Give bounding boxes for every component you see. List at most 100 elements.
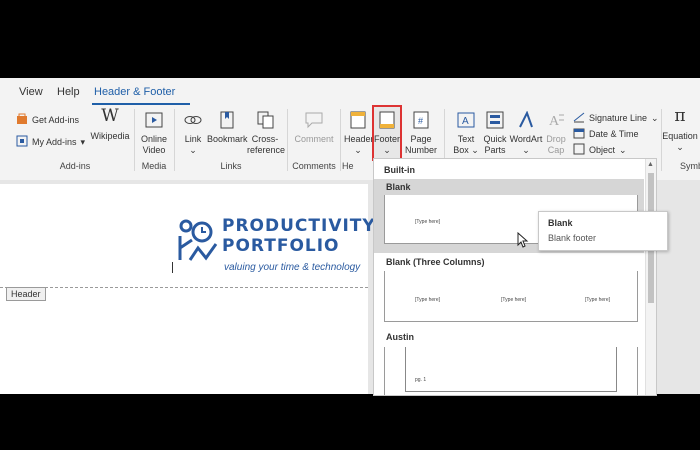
online-video-button[interactable]: Online Video [138, 111, 170, 156]
gallery-item-label: Blank [386, 182, 411, 192]
footer-gallery-dropdown: Built-in Blank [Type here] Blank (Three … [373, 158, 657, 396]
page-number-icon: # [403, 111, 439, 132]
ribbon-tabs: View Help Header & Footer [0, 78, 700, 105]
tooltip-description: Blank footer [548, 233, 597, 243]
chevron-down-icon: ⌄ [354, 145, 362, 155]
link-label: Link [184, 134, 202, 144]
text-box-label-2: Box [453, 145, 469, 155]
placeholder-text: [Type here] [415, 297, 441, 303]
quick-parts-icon [480, 111, 510, 132]
footer-label: Footer [374, 134, 401, 144]
drop-cap-icon: A [543, 111, 569, 132]
my-addins-label: My Add-ins [32, 137, 77, 147]
chevron-down-icon: ⌄ [522, 145, 530, 155]
text-cursor [172, 262, 173, 273]
logo-line-2: PORTFOLIO [222, 236, 340, 256]
group-divider [174, 109, 175, 171]
group-label-symbols: Symb [680, 161, 700, 171]
gallery-item-austin[interactable]: Austin pg. 1 [374, 327, 644, 395]
link-button[interactable]: Link ⌄ [180, 111, 206, 156]
wordart-label: WordArt [509, 134, 543, 144]
chevron-down-icon: ⌄ [676, 142, 684, 152]
wikipedia-icon: W [101, 106, 119, 126]
mouse-pointer-icon [517, 232, 529, 248]
tooltip-title: Blank [548, 218, 573, 228]
cross-reference-label-2: reference [247, 145, 286, 155]
wordart-icon [509, 110, 543, 132]
comment-button[interactable]: Comment [292, 111, 336, 145]
header-button[interactable]: Header ⌄ [344, 111, 374, 156]
drop-cap-label-2: Cap [547, 145, 565, 155]
cross-reference-button[interactable]: Cross- reference [247, 111, 286, 156]
chevron-down-icon: ⌄ [651, 112, 659, 123]
bookmark-button[interactable]: Bookmark [207, 111, 248, 145]
logo-line-1: PRODUCTIVITY [222, 216, 376, 236]
quick-parts-label-2: Parts [484, 145, 506, 155]
gallery-item-label: Blank (Three Columns) [386, 257, 485, 267]
text-box-label-1: Text [457, 134, 475, 144]
object-icon [573, 143, 585, 157]
group-label-media: Media [141, 161, 167, 171]
chevron-down-icon: ⌄ [471, 145, 479, 155]
equation-label: Equation [662, 131, 698, 141]
gallery-scrollbar[interactable]: ▲ [645, 159, 656, 395]
video-icon [138, 111, 170, 132]
header-icon [344, 111, 372, 132]
cross-reference-icon [247, 111, 283, 132]
date-time-label: Date & Time [589, 129, 639, 139]
addins-icon [16, 135, 28, 149]
wikipedia-label: Wikipedia [90, 131, 130, 141]
equation-button[interactable]: π Equation ⌄ [662, 106, 698, 153]
logo-tagline: valuing your time & technology [224, 262, 361, 273]
svg-text:#: # [418, 116, 423, 126]
gallery-item-label: Austin [386, 332, 414, 342]
online-video-label-1: Online [140, 134, 167, 144]
signature-line-label: Signature Line [589, 113, 648, 123]
page-number-label-2: Number [404, 145, 437, 155]
placeholder-text: pg. 1 [415, 377, 427, 383]
calendar-icon [573, 127, 585, 141]
page-number-label-1: Page [410, 134, 432, 144]
quick-parts-label-1: Quick [483, 134, 507, 144]
group-divider [340, 109, 341, 171]
text-box-button[interactable]: A Text Box ⌄ [451, 111, 481, 156]
wikipedia-button[interactable]: W Wikipedia [90, 106, 130, 142]
footer-icon [374, 111, 400, 132]
group-label-links: Links [220, 161, 242, 171]
chevron-down-icon: ⌄ [383, 145, 391, 155]
header-tag[interactable]: Header [6, 287, 46, 301]
logo-figure-icon [178, 219, 218, 261]
object-label: Object [589, 145, 616, 155]
tab-view[interactable]: View [19, 86, 43, 98]
group-divider [134, 109, 135, 171]
text-box-icon: A [451, 111, 481, 132]
footer-preview: [Type here] [Type here] [Type here] [384, 271, 638, 322]
group-label-comments: Comments [292, 161, 336, 171]
wordart-button[interactable]: WordArt ⌄ [509, 110, 543, 156]
placeholder-text: [Type here] [415, 219, 441, 225]
header-boundary-line [0, 287, 368, 288]
gallery-item-blank-three-columns[interactable]: Blank (Three Columns) [Type here] [Type … [374, 253, 644, 327]
date-time-button[interactable]: Date & Time [573, 127, 639, 141]
object-button[interactable]: Object ⌄ [573, 143, 627, 157]
scroll-up-icon[interactable]: ▲ [647, 161, 654, 168]
footer-button[interactable]: Footer ⌄ [372, 105, 402, 161]
header-label: Header [344, 134, 374, 144]
pi-icon: π [674, 106, 686, 126]
get-addins-button[interactable]: Get Add-ins [16, 113, 79, 127]
signature-line-button[interactable]: Signature Line ⌄ [573, 111, 659, 125]
productivity-portfolio-logo: PRODUCTIVITY PORTFOLIO valuing your time… [176, 214, 376, 274]
comment-icon [292, 111, 336, 132]
bookmark-icon [207, 111, 247, 132]
cross-reference-label-1: Cross- [251, 134, 279, 144]
gallery-tooltip: Blank Blank footer [538, 211, 668, 251]
gallery-section-title: Built-in [384, 165, 415, 175]
chevron-down-icon: ⌄ [619, 144, 627, 155]
my-addins-button[interactable]: My Add-ins ▾ [16, 135, 85, 149]
placeholder-text: [Type here] [501, 297, 527, 303]
link-icon [180, 111, 206, 132]
tab-help[interactable]: Help [57, 86, 80, 98]
austin-border [405, 347, 617, 392]
get-addins-label: Get Add-ins [32, 115, 80, 125]
tab-header-footer[interactable]: Header & Footer [94, 86, 175, 98]
